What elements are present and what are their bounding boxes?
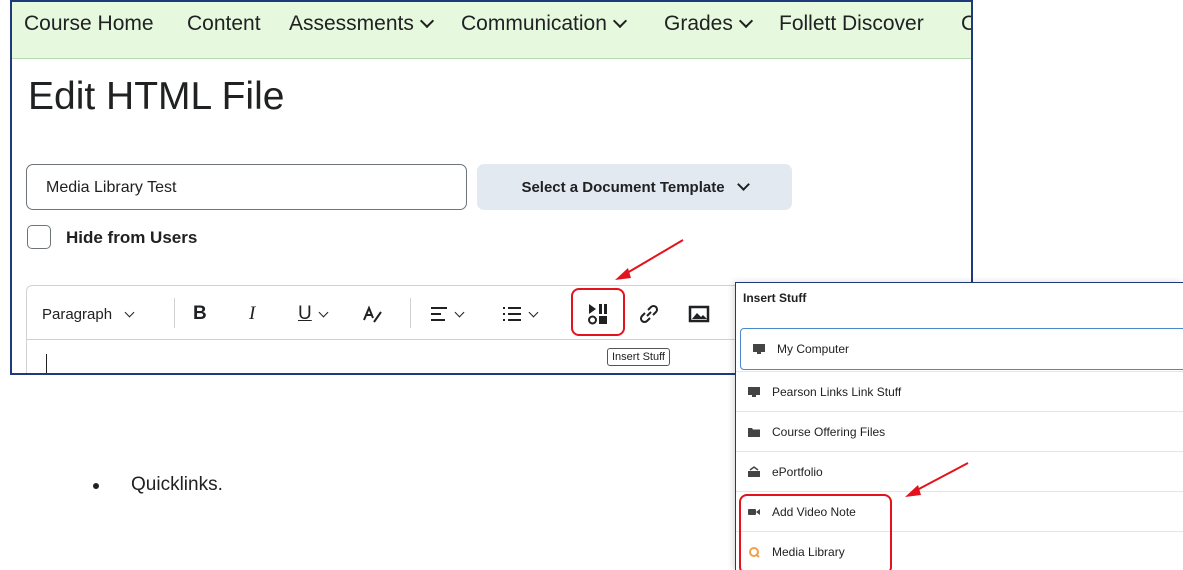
image-icon: [688, 305, 710, 323]
dialog-item-pearson-links[interactable]: Pearson Links Link Stuff: [736, 371, 1183, 412]
nav-grades-label: Grades: [664, 12, 733, 35]
course-navbar: Course Home Content Assessments Communic…: [12, 2, 971, 59]
toolbar-separator: [174, 298, 175, 328]
page-title: Edit HTML File: [28, 75, 285, 118]
text-color-icon: [363, 305, 382, 323]
nav-content[interactable]: Content: [187, 12, 261, 36]
nav-follett-discover[interactable]: Follett Discover: [779, 12, 924, 36]
bullet-point: [93, 483, 99, 489]
hide-from-users-checkbox[interactable]: [27, 225, 51, 249]
portfolio-icon: [746, 465, 762, 479]
chevron-down-icon: [318, 307, 329, 317]
bullet-text: Quicklinks.: [131, 474, 223, 495]
dialog-item-course-offering-files[interactable]: Course Offering Files: [736, 411, 1183, 452]
italic-icon: I: [249, 303, 256, 324]
nav-content-label: Content: [187, 12, 261, 35]
select-template-label: Select a Document Template: [521, 178, 725, 196]
nav-communication-label: Communication: [461, 12, 607, 35]
chevron-down-icon: [738, 13, 753, 29]
chevron-down-icon: [736, 178, 750, 191]
folder-icon: [746, 425, 762, 439]
nav-assessments[interactable]: Assessments: [289, 12, 434, 36]
computer-icon: [746, 385, 762, 399]
text-cursor: [46, 354, 47, 373]
insert-stuff-tooltip: Insert Stuff: [607, 348, 670, 366]
underline-button[interactable]: U: [298, 298, 329, 330]
nav-grades[interactable]: Grades: [664, 12, 753, 36]
nav-truncated-item[interactable]: C: [961, 12, 971, 36]
bullet-list-icon: [503, 307, 521, 321]
nav-course-home-label: Course Home: [24, 12, 154, 35]
italic-button[interactable]: I: [249, 298, 255, 330]
nav-communication[interactable]: Communication: [461, 12, 627, 36]
dialog-item-label: My Computer: [777, 342, 850, 356]
dialog-item-my-computer[interactable]: My Computer: [740, 328, 1183, 370]
insert-stuff-dialog: Insert Stuff My Computer Pearson Links L…: [735, 282, 1183, 570]
list-dropdown[interactable]: [502, 298, 539, 330]
text-color-button[interactable]: [361, 298, 383, 330]
align-dropdown[interactable]: [430, 298, 465, 330]
nav-assessments-label: Assessments: [289, 12, 414, 35]
select-template-button[interactable]: Select a Document Template: [477, 164, 792, 210]
dialog-item-label: ePortfolio: [772, 465, 823, 479]
bold-button[interactable]: B: [193, 298, 207, 330]
dialog-item-label: Pearson Links Link Stuff: [772, 385, 902, 399]
dialog-item-label: Course Offering Files: [772, 425, 886, 439]
toolbar-separator: [410, 298, 411, 328]
nav-follett-discover-label: Follett Discover: [779, 12, 924, 35]
video-media-highlight: [739, 494, 892, 570]
paragraph-format-dropdown[interactable]: Paragraph: [42, 298, 135, 330]
insert-link-button[interactable]: [638, 298, 660, 330]
chevron-down-icon: [124, 307, 135, 317]
chevron-down-icon: [612, 13, 627, 29]
align-left-icon: [431, 307, 447, 321]
link-icon: [639, 304, 659, 324]
chevron-down-icon: [419, 13, 434, 29]
insert-image-button[interactable]: [688, 298, 710, 330]
insert-stuff-highlight: [571, 288, 625, 336]
chevron-down-icon: [528, 307, 539, 317]
bold-icon: B: [193, 303, 207, 324]
paragraph-format-label: Paragraph: [42, 305, 113, 323]
chevron-down-icon: [454, 307, 465, 317]
underline-icon: U: [298, 303, 312, 324]
nav-course-home[interactable]: Course Home: [24, 12, 154, 36]
hide-from-users-label: Hide from Users: [66, 228, 198, 247]
nav-truncated-label: C: [961, 12, 971, 36]
computer-icon: [751, 342, 767, 356]
title-input[interactable]: Media Library Test: [26, 164, 467, 210]
dialog-title: Insert Stuff: [743, 291, 807, 305]
dialog-item-eportfolio[interactable]: ePortfolio: [736, 451, 1183, 492]
